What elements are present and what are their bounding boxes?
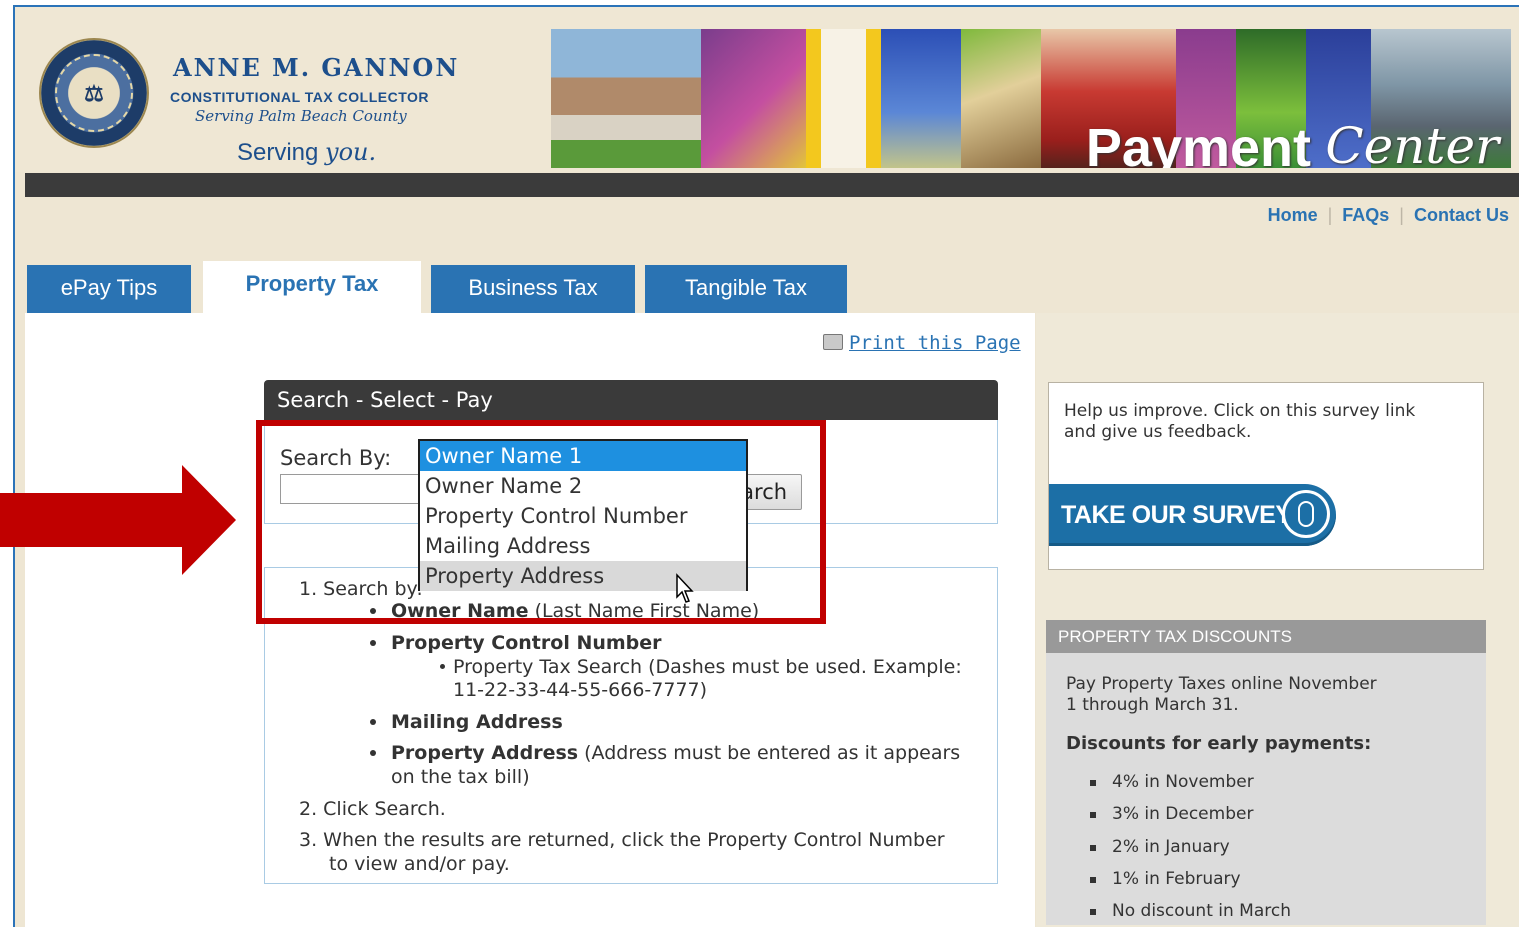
tagline: Serving you. <box>237 138 376 167</box>
banner-building-image <box>961 29 1041 168</box>
nav-separator: | <box>1399 205 1404 225</box>
instr-mailing: Mailing Address <box>391 711 563 733</box>
discounts-intro-1: Pay Property Taxes online November <box>1066 674 1377 694</box>
nav-home-link[interactable]: Home <box>1268 205 1318 225</box>
survey-text-line-2: and give us feedback. <box>1064 422 1252 442</box>
banner-tile-blue <box>881 29 961 168</box>
discount-item: 2% in January <box>1112 837 1230 857</box>
discount-item: No discount in March <box>1112 901 1291 921</box>
banner-house-image <box>551 29 701 168</box>
print-link-label: Print this Page <box>849 332 1021 354</box>
mouse-icon <box>1282 490 1330 538</box>
bullet <box>370 719 376 725</box>
discounts-heading: Discounts for early payments: <box>1066 733 1372 754</box>
instr-prop-address-rest: (Address must be entered as it appears <box>584 742 961 764</box>
step-3-line-1: 3. When the results are returned, click … <box>299 829 945 851</box>
banner-center-word: Center <box>1325 117 1499 168</box>
bullet <box>440 664 445 669</box>
discounts-intro-2: 1 through March 31. <box>1066 695 1239 715</box>
payment-center-banner: Payment Center <box>551 29 1511 168</box>
discount-item: 4% in November <box>1112 772 1254 792</box>
collector-title: CONSTITUTIONAL TAX COLLECTOR <box>170 89 429 105</box>
survey-text: Help us improve. Click on this survey li… <box>1064 401 1474 443</box>
step-3-line-2: to view and/or pay. <box>329 853 510 875</box>
bullet <box>1090 812 1096 818</box>
discount-item: 1% in February <box>1112 869 1241 889</box>
search-panel-title: Search - Select - Pay <box>264 380 998 420</box>
tagline-you: you. <box>325 138 377 166</box>
instr-prop-address: Property Address (Address must be entere… <box>391 742 960 764</box>
tab-epay-tips[interactable]: ePay Tips <box>27 265 191 313</box>
nav-separator: | <box>1327 205 1333 225</box>
discounts-title: PROPERTY TAX DISCOUNTS <box>1046 620 1486 653</box>
seal-scales-icon: ⚖ <box>84 81 104 107</box>
collector-subtitle: Serving Palm Beach County <box>195 107 407 125</box>
discount-item: 3% in December <box>1112 804 1254 824</box>
bullet <box>1090 780 1096 786</box>
bullet <box>1090 909 1096 915</box>
instr-pcn: Property Control Number <box>391 632 662 654</box>
nav-faqs-link[interactable]: FAQs <box>1342 205 1389 225</box>
header-divider-bar <box>25 173 1519 197</box>
tab-business-tax[interactable]: Business Tax <box>431 265 635 313</box>
print-link[interactable]: Print this Page <box>823 332 1021 354</box>
instr-pcn-sub-2: 11-22-33-44-55-666-7777) <box>453 679 708 701</box>
tab-property-tax[interactable]: Property Tax <box>203 261 421 313</box>
site-header: ⚖ ANNE M. GANNON CONSTITUTIONAL TAX COLL… <box>15 7 1519 172</box>
bullet <box>1090 845 1096 851</box>
instr-prop-address-rest-2: on the tax bill) <box>391 766 530 788</box>
survey-text-line-1: Help us improve. Click on this survey li… <box>1064 401 1416 421</box>
instr-prop-address-bold: Property Address <box>391 742 579 764</box>
take-survey-label: TAKE OUR SURVEY <box>1061 501 1292 529</box>
bullet <box>370 750 376 756</box>
red-arrow-icon <box>0 465 236 575</box>
banner-tile-purple <box>701 29 806 168</box>
tab-tangible-tax[interactable]: Tangible Tax <box>645 265 847 313</box>
printer-icon <box>823 334 843 350</box>
instr-pcn-sub-1: Property Tax Search (Dashes must be used… <box>453 656 962 678</box>
nav-contact-link[interactable]: Contact Us <box>1414 205 1509 225</box>
banner-payment-word: Payment <box>1085 118 1311 168</box>
tagline-serving: Serving <box>237 139 319 166</box>
top-nav: Home | FAQs | Contact Us <box>1268 205 1509 226</box>
bullet <box>1090 877 1096 883</box>
banner-window-image <box>806 29 881 168</box>
collector-name: ANNE M. GANNON <box>173 53 460 82</box>
step-2: 2. Click Search. <box>299 798 446 820</box>
take-survey-button[interactable]: TAKE OUR SURVEY <box>1049 484 1336 546</box>
bullet <box>370 640 376 646</box>
red-highlight-box <box>256 420 826 624</box>
